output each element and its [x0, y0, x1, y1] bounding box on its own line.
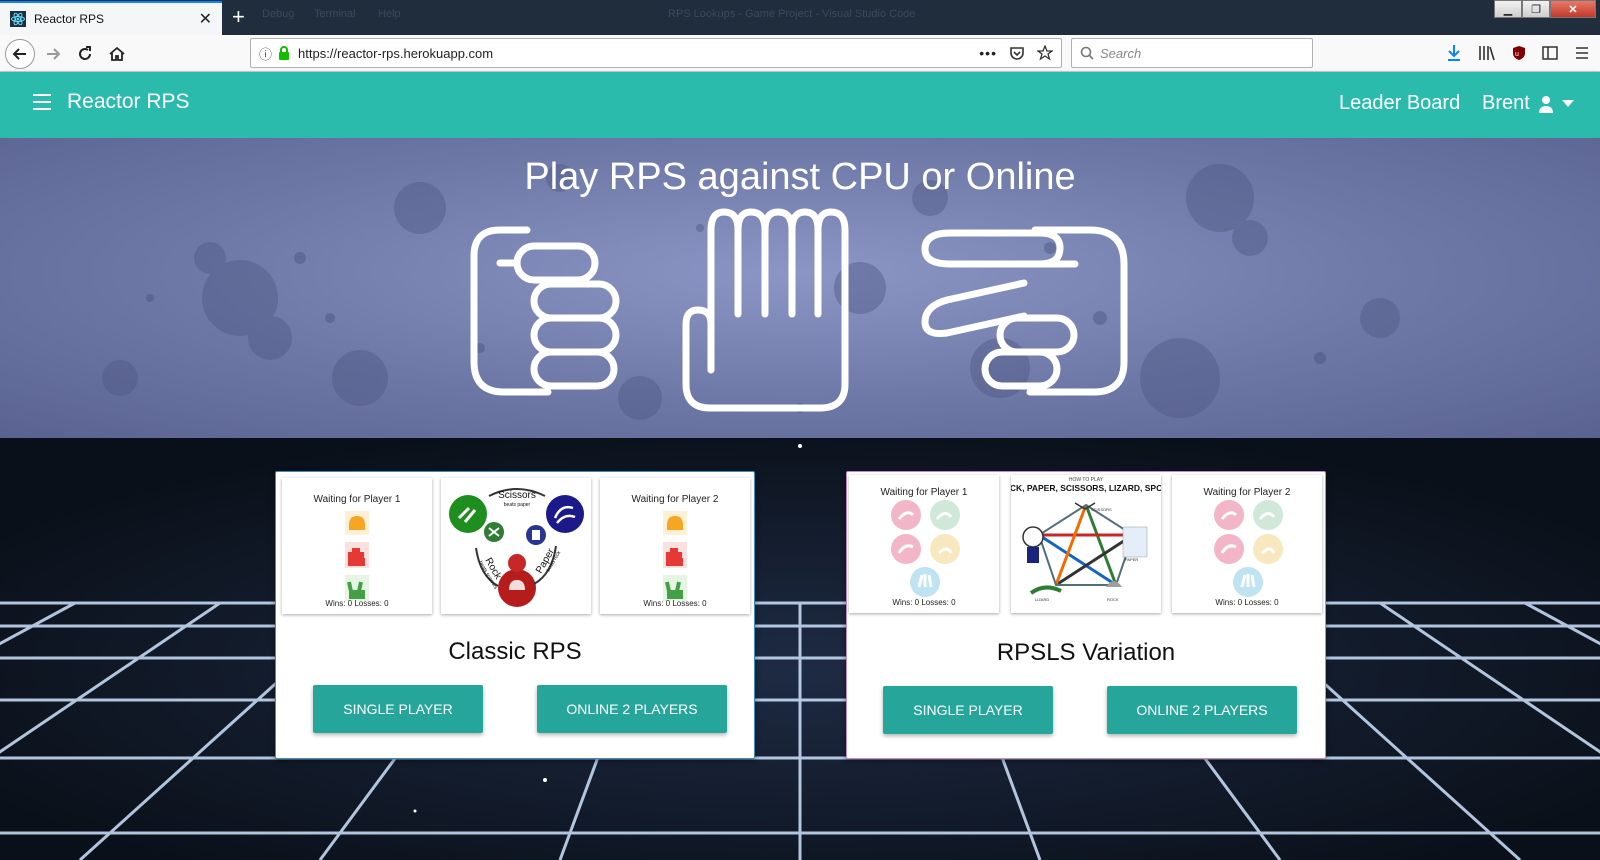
ublock-shield-icon[interactable]: u [1512, 45, 1526, 61]
bg-menu-terminal: Terminal [314, 8, 356, 20]
player2-preview: Waiting for Player 2 Wins: 0 Losses: 0 [1172, 475, 1322, 613]
diagram-lizard-label: LIZARD [1035, 597, 1049, 602]
user-icon [1538, 95, 1553, 113]
caret-down-icon [1561, 99, 1574, 107]
player2-stats: Wins: 0 Losses: 0 [1215, 598, 1279, 607]
card-title-classic: Classic RPS [448, 638, 582, 665]
rps-hand-icons [663, 511, 687, 601]
pocket-icon[interactable] [1009, 45, 1025, 61]
user-name: Brent [1482, 92, 1530, 114]
rpsls-single-player-button[interactable]: SINGLE PLAYER [883, 686, 1053, 734]
player2-preview: Waiting for Player 2 Wins: 0 Losses: 0 [600, 478, 750, 614]
player1-stats: Wins: 0 Losses: 0 [325, 599, 389, 608]
back-arrow-icon[interactable] [5, 39, 35, 69]
new-tab-icon[interactable]: + [232, 4, 245, 30]
diagram-paper-label: PAPER [1125, 557, 1138, 562]
classic-online-players-button[interactable]: ONLINE 2 PLAYERS [537, 685, 727, 733]
react-logo-icon [10, 11, 26, 27]
rpsls-hand-icons [1214, 500, 1283, 597]
sidebar-icon[interactable] [1542, 46, 1558, 60]
bg-menu-help: Help [378, 8, 401, 20]
forward-arrow-icon[interactable] [38, 39, 68, 69]
player1-preview: Waiting for Player 1 Wins: 0 Losses: 0 [849, 475, 999, 613]
download-icon[interactable] [1446, 44, 1462, 62]
brand-logo[interactable]: Reactor RPS [67, 90, 190, 114]
diagram-scissors-label: Scissors [498, 490, 536, 501]
browser-tab-strip: Reactor RPS ✕ + Debug Terminal Help RPS … [0, 0, 1600, 35]
rules-cycle-illustration: Scissors beats paper Rock beats scissors… [449, 488, 584, 607]
library-icon[interactable] [1478, 45, 1496, 61]
diagram-scissors-sub: beats paper [504, 502, 531, 508]
tab-title: Reactor RPS [34, 12, 105, 26]
search-placeholder: Search [1100, 45, 1142, 61]
classic-single-player-button[interactable]: SINGLE PLAYER [313, 685, 483, 733]
info-icon[interactable]: ⓘ [259, 44, 272, 63]
diagram-rpsls-header: ROCK, PAPER, SCISSORS, LIZARD, SPOCK [1011, 483, 1161, 493]
app-header: Reactor RPS Leader Board Brent [0, 72, 1600, 138]
rpsls-rules-diagram: HOW TO PLAY ROCK, PAPER, SCISSORS, LIZAR… [1011, 475, 1161, 613]
rps-hand-icons [345, 511, 369, 601]
player1-preview: Waiting for Player 1 Wins: 0 Losses: 0 [282, 478, 432, 614]
tab-close-icon[interactable]: ✕ [199, 9, 212, 29]
rpsls-hand-icons [891, 500, 960, 597]
maximize-icon[interactable]: ❐ [1522, 0, 1550, 18]
menu-icon[interactable] [1574, 46, 1590, 60]
hamburger-menu-icon[interactable] [33, 94, 51, 112]
diagram-scissors-label: SCISSORS [1091, 507, 1112, 512]
rpsls-card: Waiting for Player 1 Wins: 0 Losses: 0 H… [846, 471, 1326, 759]
rock-paper-scissors-hands-icon [470, 208, 1128, 412]
rpsls-star-illustration: HOW TO PLAY ROCK, PAPER, SCISSORS, LIZAR… [1011, 477, 1161, 602]
svg-text:u: u [1515, 51, 1519, 58]
neon-grid-floor [0, 438, 1600, 860]
search-bar[interactable]: Search [1071, 38, 1313, 68]
url-text: https://reactor-rps.herokuapp.com [298, 45, 494, 61]
home-icon[interactable] [102, 39, 132, 69]
player2-stats: Wins: 0 Losses: 0 [643, 599, 707, 608]
minimize-icon[interactable]: ▁ [1494, 0, 1522, 18]
bg-menu-debug: Debug [262, 8, 295, 20]
reload-icon[interactable] [70, 39, 100, 69]
grid-background [0, 438, 1600, 860]
diagram-rock-label: ROCK [1107, 597, 1119, 602]
window-close-icon[interactable]: ✕ [1550, 0, 1596, 18]
leader-board-link[interactable]: Leader Board [1339, 92, 1460, 115]
hero-banner: Play RPS against CPU or Online [0, 138, 1600, 438]
url-bar[interactable]: ⓘ https://reactor-rps.herokuapp.com ••• [250, 38, 1062, 68]
toolbar-icons: u [1446, 44, 1590, 62]
browser-nav-bar: ⓘ https://reactor-rps.herokuapp.com ••• … [0, 35, 1600, 72]
rpsls-online-players-button[interactable]: ONLINE 2 PLAYERS [1107, 686, 1297, 734]
classic-rps-card: Waiting for Player 1 Wins: 0 Losses: 0 S… [275, 471, 755, 759]
search-icon [1080, 46, 1094, 60]
page-actions-icon[interactable]: ••• [979, 45, 997, 61]
bookmark-star-icon[interactable] [1037, 45, 1053, 61]
rps-rules-diagram: Scissors beats paper Rock beats scissors… [441, 478, 591, 614]
lock-icon [279, 46, 290, 60]
browser-tab[interactable]: Reactor RPS ✕ [0, 1, 222, 35]
bg-window-title: RPS Lookups - Game Project - Visual Stud… [668, 8, 916, 20]
card-title-rpsls: RPSLS Variation [996, 639, 1176, 666]
window-controls: ▁ ❐ ✕ [1494, 0, 1596, 20]
player1-stats: Wins: 0 Losses: 0 [892, 598, 956, 607]
user-dropdown[interactable]: Brent [1482, 92, 1574, 115]
